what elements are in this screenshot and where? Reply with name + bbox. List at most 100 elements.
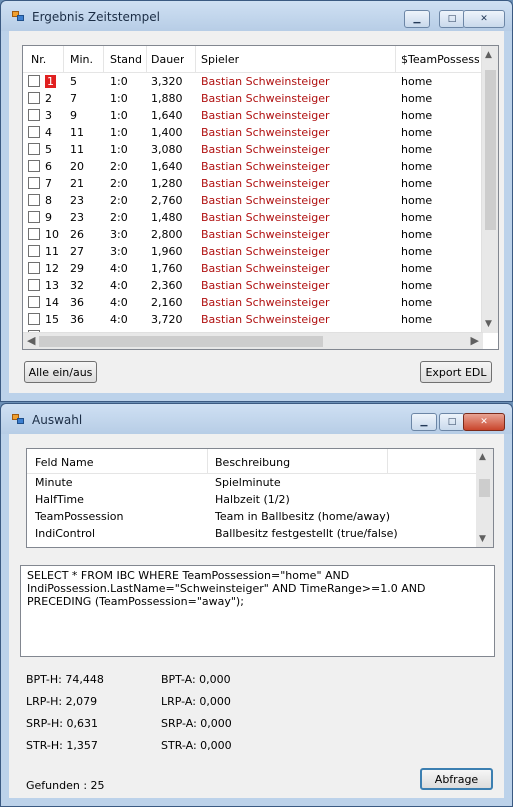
- col-spieler[interactable]: Spieler: [201, 53, 239, 66]
- cell-spieler: Bastian Schweinsteiger: [201, 160, 330, 173]
- list-item[interactable]: Minute Spielminute: [27, 475, 477, 492]
- table-row[interactable]: 10 26 3:0 2,800 Bastian Schweinsteiger home: [23, 226, 483, 243]
- cell-dauer: 3,320: [151, 75, 183, 88]
- scroll-down-icon[interactable]: ▼: [479, 534, 486, 544]
- table-row[interactable]: 7 21 2:0 1,280 Bastian Schweinsteiger home: [23, 175, 483, 192]
- toggle-all-button[interactable]: Alle ein/aus: [24, 361, 97, 383]
- scroll-left-icon[interactable]: ◀: [27, 334, 35, 347]
- export-edl-button[interactable]: Export EDL: [420, 361, 492, 383]
- cell-team: home: [401, 109, 433, 122]
- maximize-button[interactable]: □: [439, 10, 465, 28]
- table-row[interactable]: 1 5 1:0 3,320 Bastian Schweinsteiger home: [23, 73, 483, 90]
- row-checkbox[interactable]: [28, 143, 40, 155]
- cell-min: 23: [70, 194, 84, 207]
- scroll-thumb[interactable]: [479, 479, 490, 497]
- query-textbox[interactable]: SELECT * FROM IBC WHERE TeamPossession="…: [20, 565, 495, 657]
- field-description: Spielminute: [215, 476, 281, 489]
- row-checkbox[interactable]: [28, 109, 40, 121]
- cell-stand: 2:0: [110, 194, 128, 207]
- table-row[interactable]: 13 32 4:0 2,360 Bastian Schweinsteiger home: [23, 277, 483, 294]
- cell-team: home: [401, 313, 433, 326]
- scroll-right-icon[interactable]: ▶: [471, 334, 479, 347]
- results-grid[interactable]: Nr. Min. Stand Dauer Spieler $TeamPosses…: [22, 45, 499, 350]
- table-row[interactable]: 5 11 1:0 3,080 Bastian Schweinsteiger home: [23, 141, 483, 158]
- close-icon: ✕: [480, 14, 488, 24]
- results-titlebar[interactable]: Ergebnis Zeitstempel ▁ □ ✕: [1, 1, 512, 31]
- minimize-icon: ▁: [420, 417, 428, 427]
- row-checkbox[interactable]: [28, 313, 40, 325]
- field-list[interactable]: Feld Name Beschreibung Minute Spielminute…: [26, 448, 494, 548]
- cell-spieler: Bastian Schweinsteiger: [201, 245, 330, 258]
- table-row[interactable]: 8 23 2:0 2,760 Bastian Schweinsteiger home: [23, 192, 483, 209]
- field-name: TeamPossession: [35, 510, 124, 523]
- col-dauer[interactable]: Dauer: [151, 53, 184, 66]
- row-checkbox[interactable]: [28, 126, 40, 138]
- table-row[interactable]: 2 7 1:0 1,880 Bastian Schweinsteiger home: [23, 90, 483, 107]
- minimize-button[interactable]: ▁: [404, 10, 430, 28]
- field-name: HalfTime: [35, 493, 84, 506]
- minimize-button[interactable]: ▁: [411, 413, 437, 431]
- close-button[interactable]: ✕: [463, 413, 505, 431]
- cell-nr: 13: [45, 279, 59, 292]
- scroll-thumb[interactable]: [485, 70, 496, 230]
- row-checkbox[interactable]: [28, 211, 40, 223]
- cell-stand: 1:0: [110, 75, 128, 88]
- cell-min: 21: [70, 177, 84, 190]
- row-checkbox[interactable]: [28, 245, 40, 257]
- table-row[interactable]: 14 36 4:0 2,160 Bastian Schweinsteiger home: [23, 294, 483, 311]
- row-checkbox[interactable]: [28, 194, 40, 206]
- cell-stand: 1:0: [110, 92, 128, 105]
- table-row[interactable]: 9 23 2:0 1,480 Bastian Schweinsteiger home: [23, 209, 483, 226]
- table-row[interactable]: 3 9 1:0 1,640 Bastian Schweinsteiger home: [23, 107, 483, 124]
- grid-vertical-scrollbar[interactable]: ▲ ▼: [481, 46, 498, 333]
- scroll-down-icon[interactable]: ▼: [485, 319, 492, 329]
- cell-stand: 1:0: [110, 143, 128, 156]
- row-checkbox[interactable]: [28, 279, 40, 291]
- cell-nr: 12: [45, 262, 59, 275]
- cell-stand: 1:0: [110, 126, 128, 139]
- cell-dauer: 1,640: [151, 160, 183, 173]
- stat-str-a: STR-A: 0,000: [161, 739, 232, 752]
- col-field-name[interactable]: Feld Name: [35, 456, 93, 469]
- col-min[interactable]: Min.: [70, 53, 93, 66]
- table-row[interactable]: 4 11 1:0 1,400 Bastian Schweinsteiger home: [23, 124, 483, 141]
- found-count: Gefunden : 25: [26, 779, 105, 792]
- col-team-possession[interactable]: $TeamPossessi: [401, 53, 479, 66]
- row-checkbox[interactable]: [28, 177, 40, 189]
- query-button[interactable]: Abfrage: [420, 768, 493, 790]
- cell-dauer: 1,280: [151, 177, 183, 190]
- row-checkbox[interactable]: [28, 228, 40, 240]
- maximize-button[interactable]: □: [439, 413, 465, 431]
- table-row[interactable]: 11 27 3:0 1,960 Bastian Schweinsteiger home: [23, 243, 483, 260]
- row-checkbox[interactable]: [28, 296, 40, 308]
- scroll-up-icon[interactable]: ▲: [479, 452, 486, 462]
- cell-spieler: Bastian Schweinsteiger: [201, 279, 330, 292]
- cell-nr: 7: [45, 177, 52, 190]
- cell-spieler: Bastian Schweinsteiger: [201, 126, 330, 139]
- table-row[interactable]: 12 29 4:0 1,760 Bastian Schweinsteiger home: [23, 260, 483, 277]
- grid-horizontal-scrollbar[interactable]: ◀ ▶: [23, 332, 483, 349]
- row-checkbox[interactable]: [28, 262, 40, 274]
- field-name: IndiControl: [35, 527, 96, 540]
- list-item[interactable]: TeamPossession Team in Ballbesitz (home/a…: [27, 509, 477, 526]
- hscroll-thumb[interactable]: [39, 336, 323, 347]
- row-checkbox[interactable]: [28, 160, 40, 172]
- list-item[interactable]: IndiControl Ballbesitz festgestellt (true…: [27, 526, 477, 543]
- stat-lrp-a: LRP-A: 0,000: [161, 695, 231, 708]
- cell-team: home: [401, 143, 433, 156]
- table-row[interactable]: 6 20 2:0 1,640 Bastian Schweinsteiger home: [23, 158, 483, 175]
- col-stand[interactable]: Stand: [110, 53, 142, 66]
- cell-spieler: Bastian Schweinsteiger: [201, 296, 330, 309]
- row-checkbox[interactable]: [28, 92, 40, 104]
- cell-min: 5: [70, 75, 77, 88]
- table-row[interactable]: 15 36 4:0 3,720 Bastian Schweinsteiger home: [23, 311, 483, 328]
- col-description[interactable]: Beschreibung: [215, 456, 290, 469]
- list-item[interactable]: HalfTime Halbzeit (1/2): [27, 492, 477, 509]
- col-nr[interactable]: Nr.: [31, 53, 46, 66]
- close-button[interactable]: ✕: [463, 10, 505, 28]
- scroll-up-icon[interactable]: ▲: [485, 50, 492, 60]
- selection-titlebar[interactable]: Auswahl ▁ □ ✕: [1, 404, 512, 434]
- field-list-scrollbar[interactable]: ▲ ▼: [476, 449, 493, 547]
- cell-nr: 9: [45, 211, 52, 224]
- row-checkbox[interactable]: [28, 75, 40, 87]
